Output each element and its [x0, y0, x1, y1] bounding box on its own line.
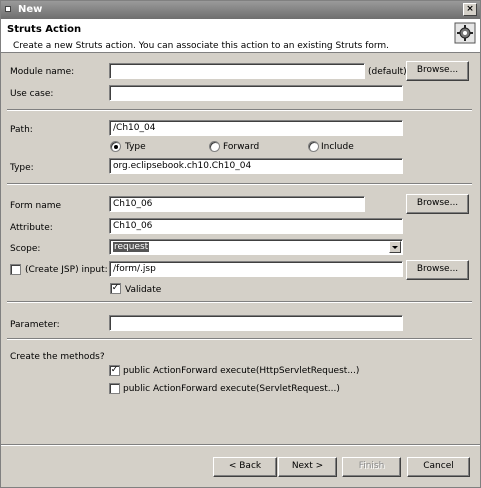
form-name-field[interactable]: Ch10_06: [109, 196, 365, 212]
parameter-label: Parameter:: [10, 320, 60, 330]
new-wizard-window: New × Struts Action Create a new Struts …: [0, 0, 481, 488]
method-servlet-label: public ActionForward execute(ServletRequ…: [123, 384, 340, 394]
module-browse-button[interactable]: Browse...: [406, 61, 469, 81]
type-label: Type:: [10, 163, 34, 173]
type-radio-label: Type: [125, 142, 146, 152]
scope-combo[interactable]: request: [109, 239, 403, 255]
separator: [7, 338, 472, 340]
wizard-header: Struts Action Create a new Struts action…: [1, 19, 480, 53]
include-radio-label: Include: [321, 142, 354, 152]
scope-label: Scope:: [10, 244, 41, 254]
page-description: Create a new Struts action. You can asso…: [13, 41, 390, 51]
page-title: Struts Action: [7, 24, 82, 35]
separator: [7, 183, 472, 185]
include-radio[interactable]: [308, 141, 319, 152]
scope-selected-value: request: [113, 242, 150, 252]
forward-radio-label: Forward: [223, 142, 260, 152]
window-menu-icon[interactable]: [5, 6, 11, 12]
separator: [7, 109, 472, 111]
cancel-button[interactable]: Cancel: [407, 457, 470, 477]
module-name-label: Module name:: [10, 67, 75, 77]
parameter-field[interactable]: [109, 315, 403, 331]
input-field[interactable]: /form/.jsp: [109, 261, 403, 277]
create-methods-label: Create the methods?: [10, 352, 105, 362]
path-label: Path:: [10, 125, 33, 135]
close-button[interactable]: ×: [463, 3, 477, 16]
title-bar: New ×: [1, 1, 480, 19]
window-title: New: [18, 4, 43, 15]
form-browse-button[interactable]: Browse...: [406, 194, 469, 214]
method-http-label: public ActionForward execute(HttpServlet…: [123, 366, 360, 376]
type-radio[interactable]: [110, 141, 121, 152]
create-jsp-checkbox[interactable]: [10, 264, 21, 275]
use-case-field[interactable]: [109, 85, 403, 101]
path-field[interactable]: /Ch10_04: [109, 120, 403, 136]
module-default-label: (default): [368, 67, 407, 77]
chevron-down-icon[interactable]: [389, 241, 401, 253]
module-name-field[interactable]: [109, 63, 365, 79]
back-button[interactable]: < Back: [213, 457, 277, 477]
validate-checkbox[interactable]: ✓: [110, 283, 121, 294]
form-name-label: Form name: [10, 201, 62, 211]
finish-button[interactable]: Finish: [342, 457, 401, 477]
use-case-label: Use case:: [10, 89, 54, 99]
next-button[interactable]: Next >: [278, 457, 337, 477]
type-field[interactable]: org.eclipsebook.ch10.Ch10_04: [109, 158, 403, 174]
method-http-checkbox[interactable]: ✓: [109, 365, 120, 376]
forward-radio[interactable]: [209, 141, 220, 152]
footer-separator: [1, 444, 480, 446]
input-browse-button[interactable]: Browse...: [406, 260, 469, 280]
separator: [7, 301, 472, 303]
method-servlet-checkbox[interactable]: [109, 383, 120, 394]
validate-label: Validate: [125, 285, 162, 295]
create-jsp-input-label: (Create JSP) input:: [25, 265, 108, 275]
attribute-label: Attribute:: [10, 223, 53, 233]
attribute-field[interactable]: Ch10_06: [109, 218, 403, 234]
wizard-gear-icon: [454, 22, 476, 44]
